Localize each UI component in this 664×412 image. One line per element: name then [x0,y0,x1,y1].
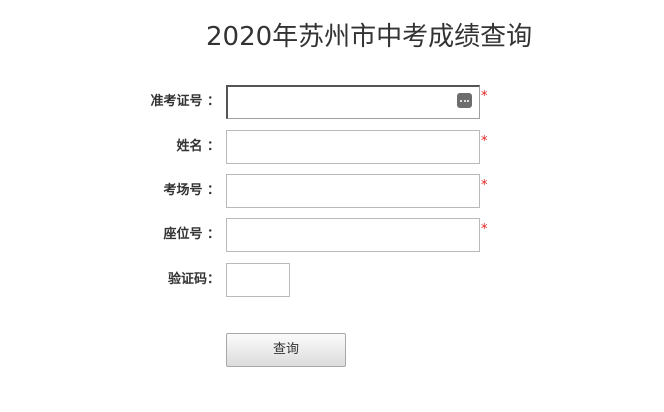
query-button[interactable]: 查询 [226,333,346,367]
seat-row: 座位号 ： * [0,218,664,252]
exam-id-row: 准考证号 ： * [0,85,664,119]
captcha-row: 验证码： [0,263,664,297]
page-title: 2020年苏州市中考成绩查询 [206,22,533,52]
name-input[interactable] [226,130,480,164]
keyboard-dots-icon[interactable] [457,93,472,108]
exam-room-label: 考场号 ： [163,183,220,198]
required-mark: * [481,178,488,193]
exam-room-row: 考场号 ： * [0,174,664,208]
exam-id-label: 准考证号 ： [150,94,220,109]
exam-room-input[interactable] [226,174,480,208]
name-label: 姓名 ： [176,139,220,154]
seat-input[interactable] [226,218,480,252]
captcha-label: 验证码： [167,272,220,287]
name-row: 姓名 ： * [0,130,664,164]
required-mark: * [481,134,488,149]
captcha-input[interactable] [226,263,290,297]
required-mark: * [481,222,488,237]
exam-id-input[interactable] [226,85,480,119]
seat-label: 座位号 ： [163,227,220,242]
required-mark: * [481,89,488,104]
